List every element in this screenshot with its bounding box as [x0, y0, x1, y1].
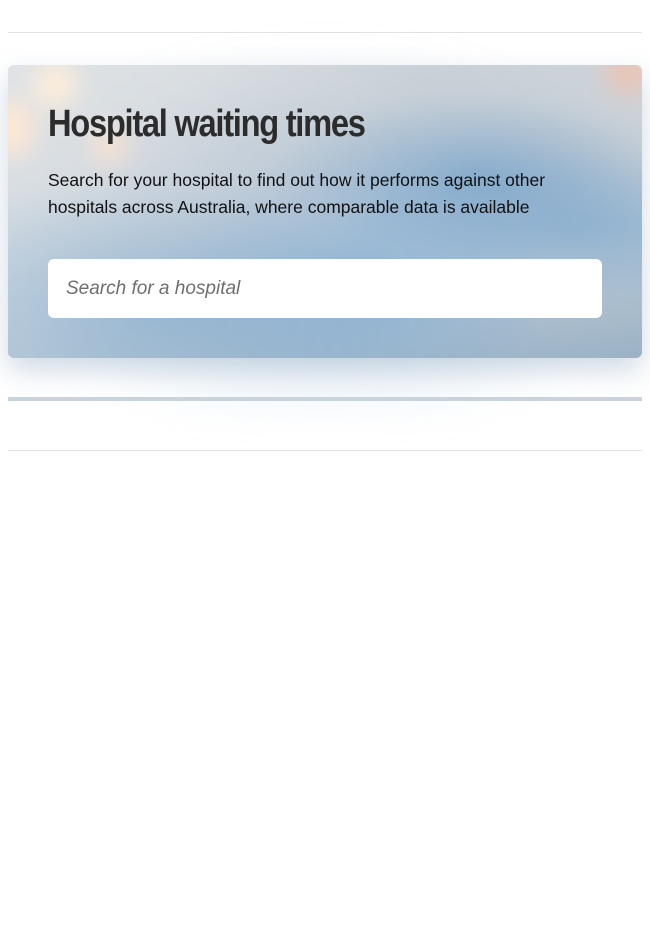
hero-banner: Hospital waiting times Search for your h…: [8, 65, 642, 358]
bottom-divider: [8, 450, 642, 451]
hospital-search-input[interactable]: [48, 259, 602, 318]
page-title: Hospital waiting times: [48, 103, 366, 145]
top-divider: [8, 32, 642, 33]
hero-description: Search for your hospital to find out how…: [48, 170, 546, 217]
page: Hospital waiting times Search for your h…: [0, 0, 650, 940]
hero-bottom-divider: [8, 397, 642, 401]
